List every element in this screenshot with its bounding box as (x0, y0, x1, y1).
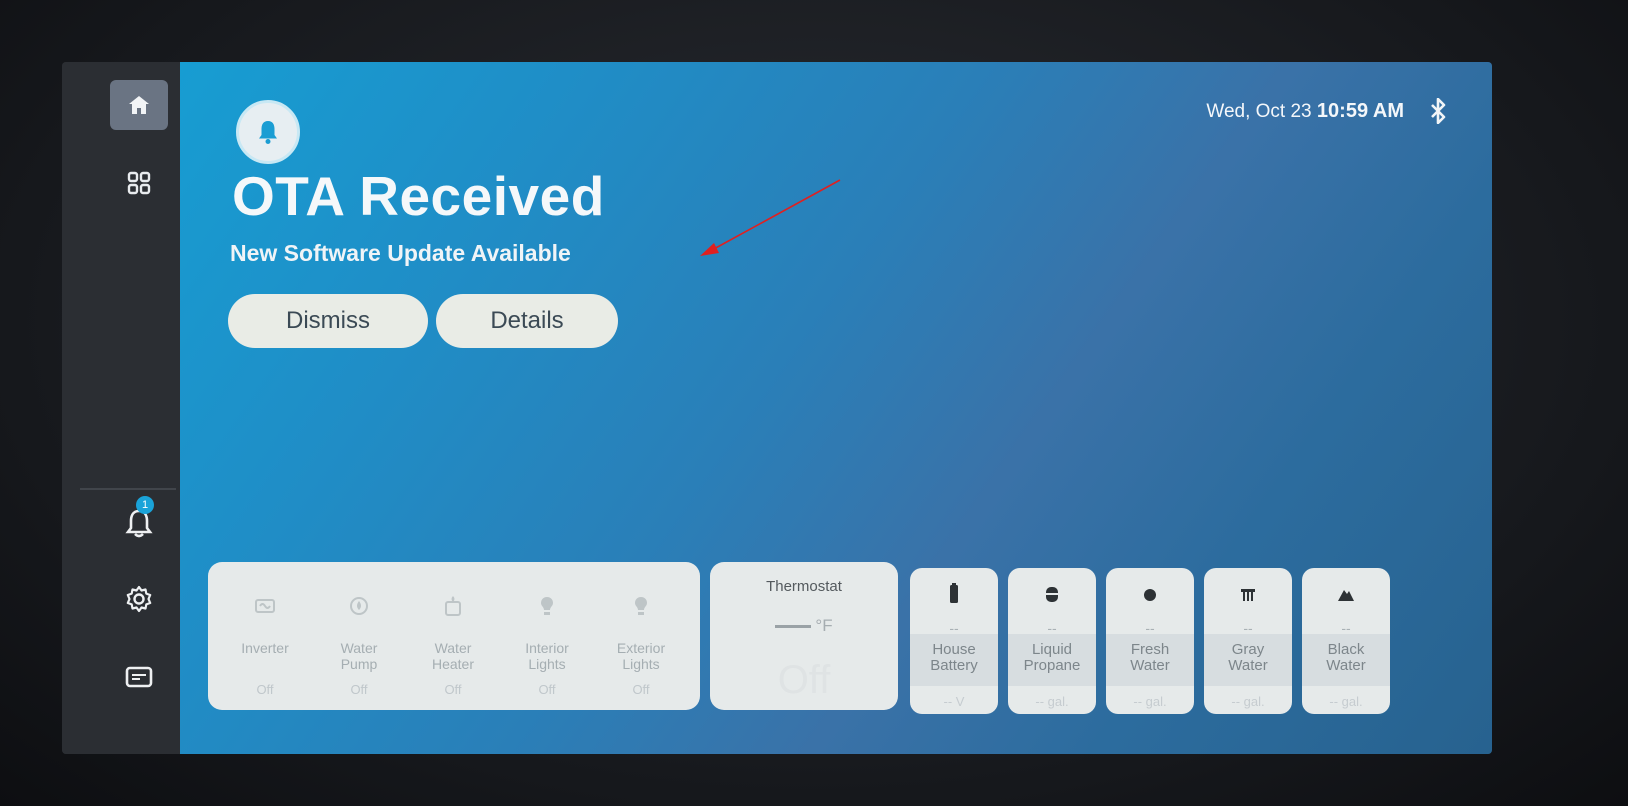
annotation-arrow (700, 179, 841, 256)
